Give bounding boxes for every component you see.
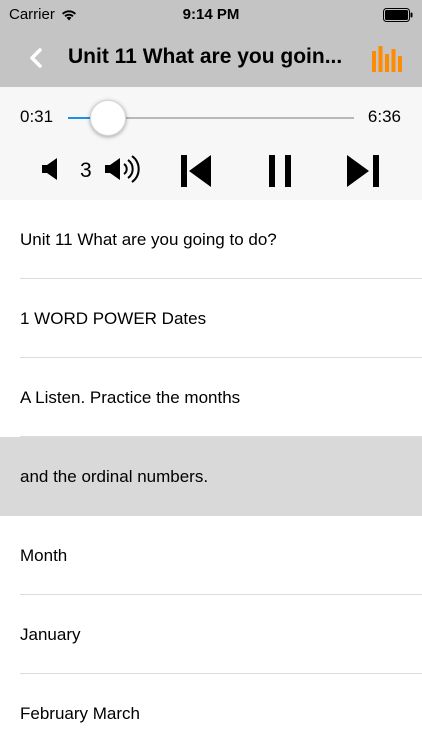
sentence-list: Unit 11 What are you going to do? 1 WORD… xyxy=(0,200,422,750)
total-time: 6:36 xyxy=(367,107,401,126)
status-time: 9:14 PM xyxy=(182,6,240,23)
battery-icon xyxy=(383,8,413,22)
list-item[interactable]: January xyxy=(0,595,422,674)
list-item[interactable]: February March xyxy=(0,674,422,750)
list-item[interactable]: Unit 11 What are you going to do? xyxy=(0,200,422,279)
list-item-label: Unit 11 What are you going to do? xyxy=(20,230,277,249)
status-bar: Carrier 9:14 PM xyxy=(0,0,422,30)
list-item-label: 1 WORD POWER Dates xyxy=(20,309,207,328)
page-title: Unit 11 What are you goin... xyxy=(68,45,343,68)
volume-up-icon[interactable] xyxy=(103,154,145,184)
back-button[interactable] xyxy=(22,44,50,72)
list-item[interactable]: A Listen. Practice the months xyxy=(0,358,422,437)
list-item-label: A Listen. Practice the months xyxy=(20,388,241,407)
pause-icon[interactable] xyxy=(266,154,294,188)
equalizer-bars-icon[interactable] xyxy=(372,46,402,72)
nav-bar: Unit 11 What are you goin... xyxy=(0,30,422,87)
progress-slider-fill xyxy=(68,117,92,119)
volume-down-icon[interactable] xyxy=(40,156,64,182)
list-item[interactable]: Month xyxy=(0,516,422,595)
chevron-left-icon xyxy=(30,48,42,68)
list-item-label: Month xyxy=(20,546,68,565)
skip-next-icon[interactable] xyxy=(344,154,382,188)
list-item-label: and the ordinal numbers. xyxy=(20,467,209,486)
current-time: 0:31 xyxy=(20,107,54,126)
progress-slider-knob[interactable] xyxy=(90,100,127,136)
list-item[interactable]: 1 WORD POWER Dates xyxy=(0,279,422,358)
list-item-label: February March xyxy=(20,704,140,723)
list-item-label: January xyxy=(20,625,81,644)
audio-player: 0:31 6:36 3 xyxy=(0,87,422,200)
list-item-selected[interactable]: and the ordinal numbers. xyxy=(0,437,422,516)
volume-level: 3 xyxy=(80,159,92,182)
skip-previous-icon[interactable] xyxy=(178,154,214,188)
